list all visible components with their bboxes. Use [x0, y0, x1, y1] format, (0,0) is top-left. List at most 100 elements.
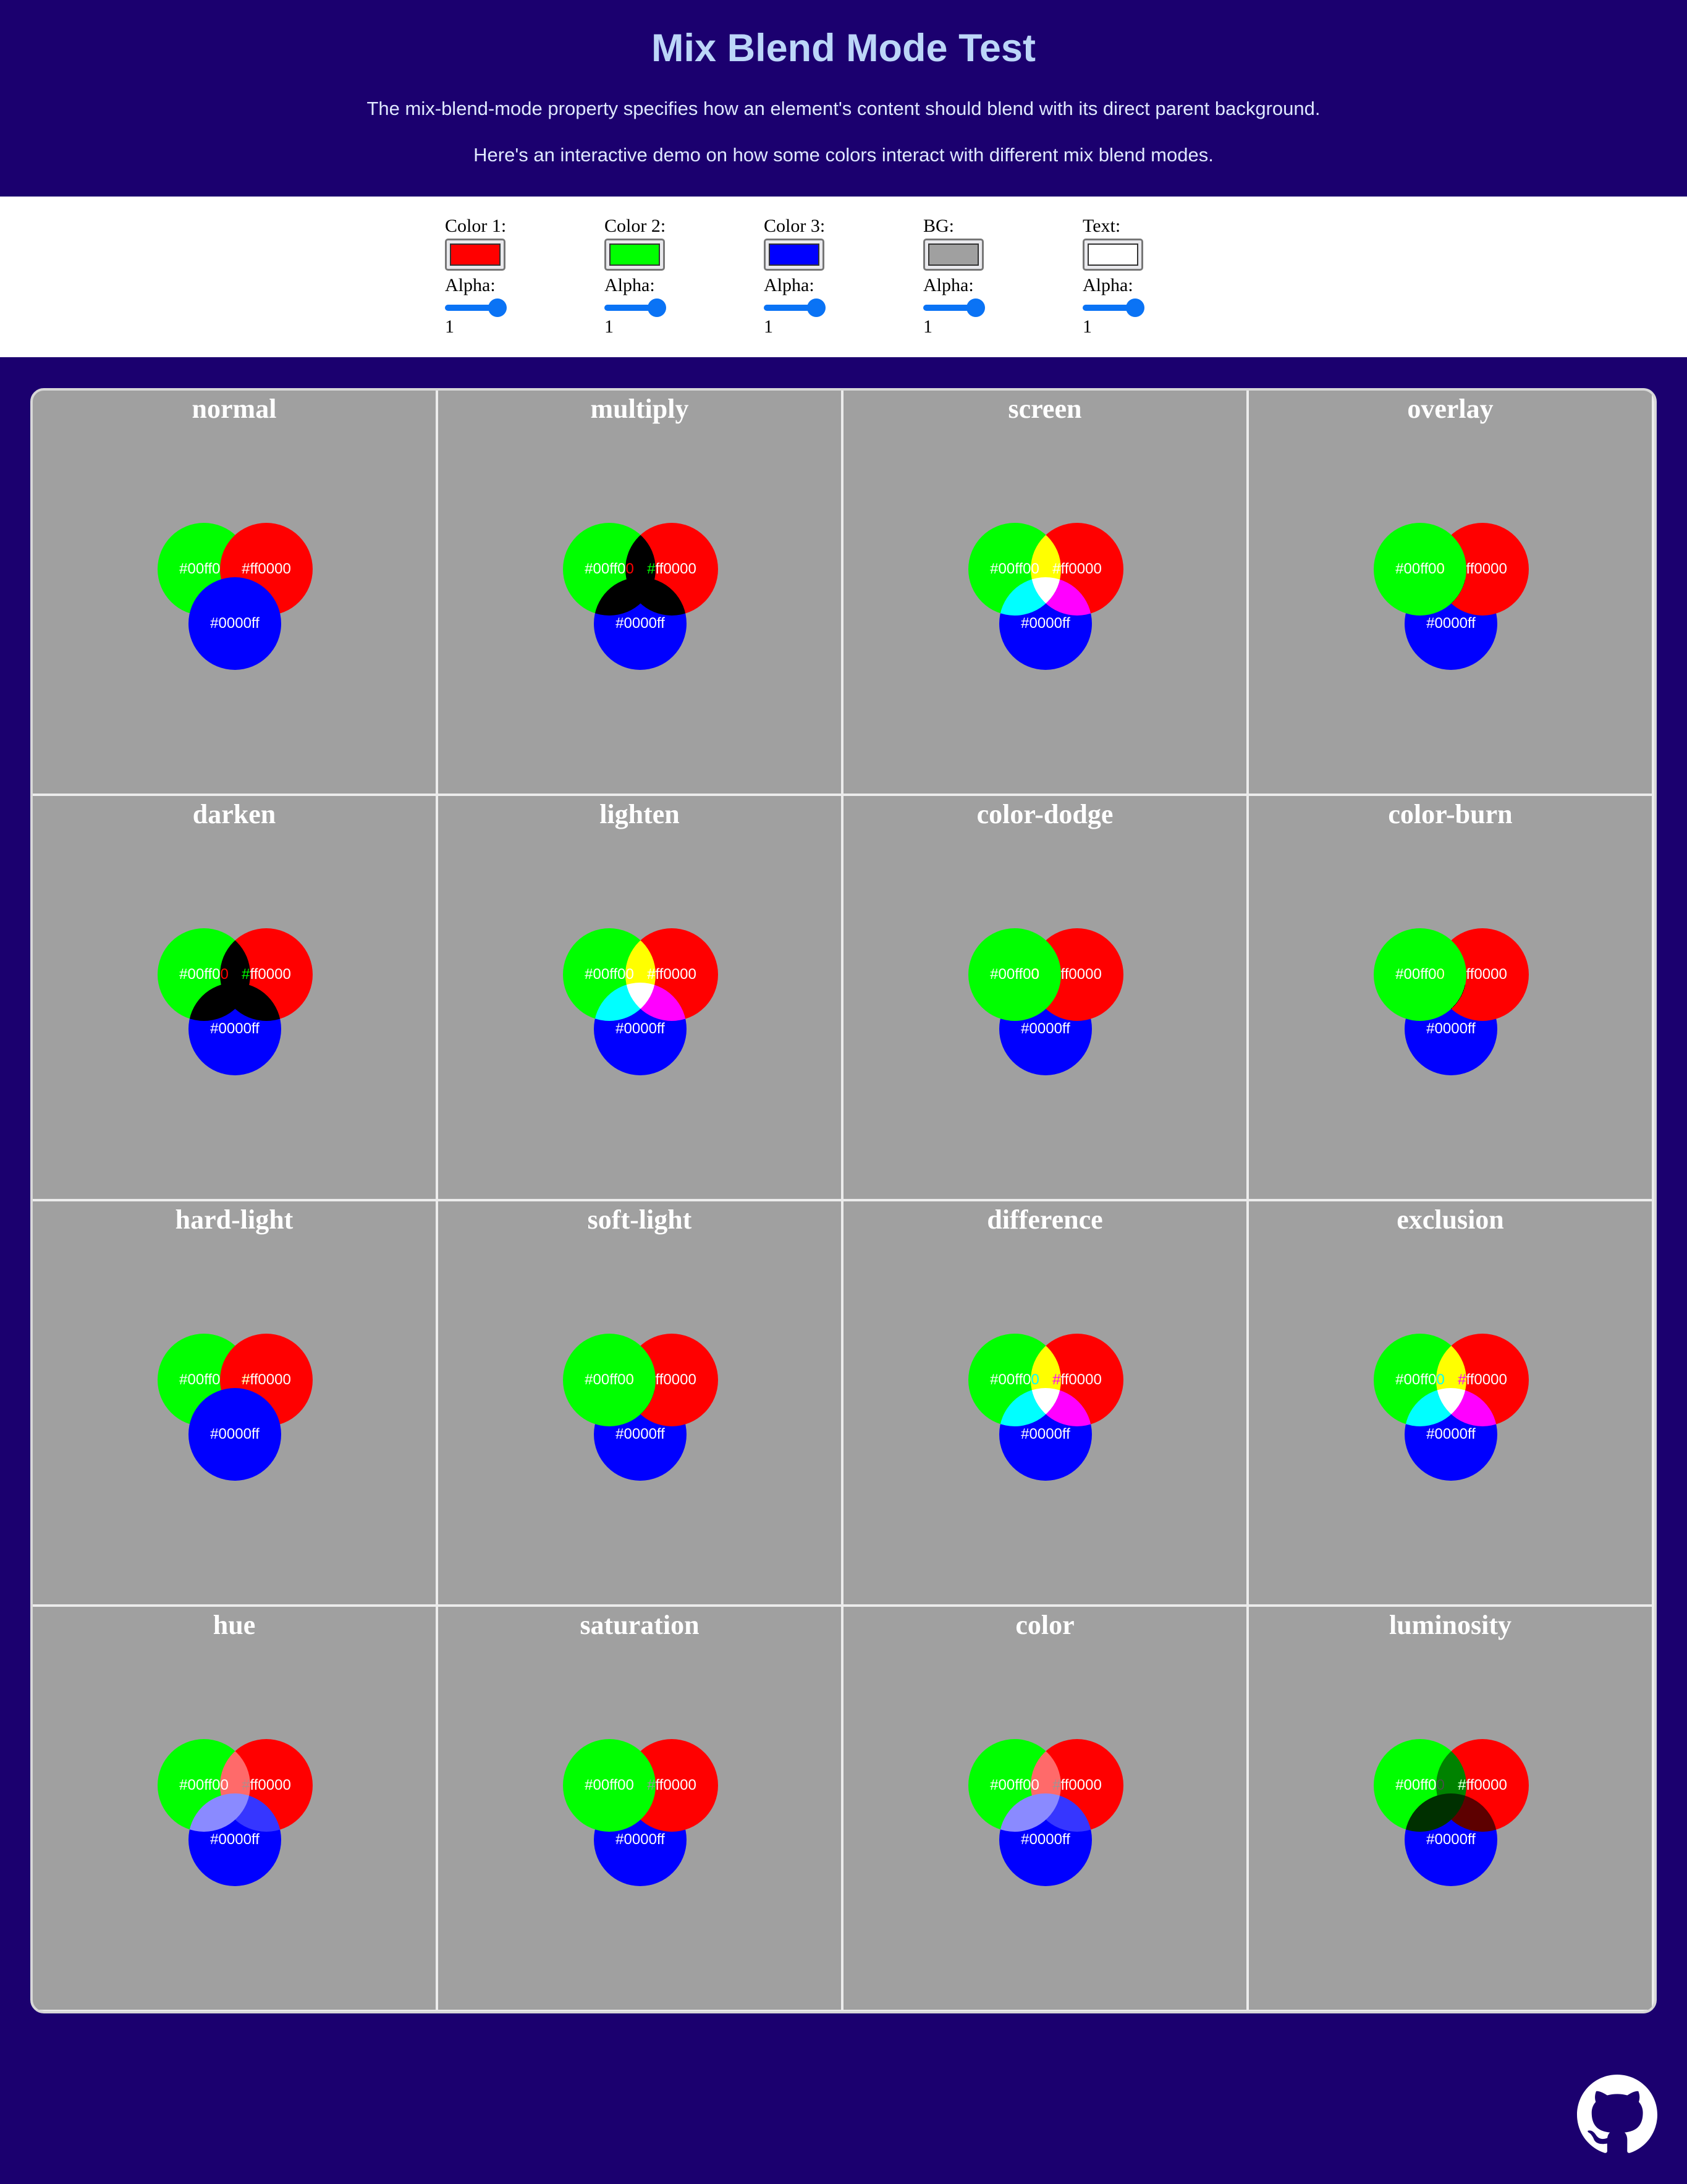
circle-red-label: #ff0000 [647, 561, 696, 578]
blend-cell-soft-light: soft-light #00ff00 #ff0000 #0000ff [438, 1201, 844, 1607]
page-description: The mix-blend-mode property specifies ho… [0, 98, 1687, 120]
blend-cell-color: color #00ff00 #ff0000 #0000ff [844, 1607, 1249, 2012]
blend-cell-exclusion: exclusion #00ff00 #ff0000 #0000ff [1249, 1201, 1654, 1607]
control-color-1: Color 1: Alpha: 1 [445, 215, 593, 337]
circle-blue-label: #0000ff [615, 1831, 665, 1848]
bg-label: BG: [923, 215, 1072, 237]
bg-alpha-label: Alpha: [923, 274, 1072, 297]
circle-blue: #0000ff [999, 1793, 1092, 1886]
text-alpha-value: 1 [1083, 316, 1231, 337]
circle-blue: #0000ff [594, 1793, 687, 1886]
github-icon[interactable] [1577, 2075, 1657, 2155]
circle-blue-label: #0000ff [210, 615, 260, 632]
circle-blue: #0000ff [1405, 1793, 1497, 1886]
alpha-2-slider[interactable] [604, 298, 666, 316]
blend-cell-overlay: overlay #00ff00 #ff0000 #0000ff [1249, 391, 1654, 796]
alpha-2-label: Alpha: [604, 274, 753, 297]
circle-blue-label: #0000ff [1426, 1020, 1476, 1038]
circle-blue-label: #0000ff [615, 1020, 665, 1038]
circle-blue-label: #0000ff [1426, 1831, 1476, 1848]
blend-mode-title: hue [33, 1607, 436, 1644]
circle-red-label: #ff0000 [1052, 1371, 1102, 1389]
circle-blue: #0000ff [999, 983, 1092, 1075]
blend-mode-title: luminosity [1249, 1607, 1652, 1644]
circle-blue: #0000ff [594, 1388, 687, 1481]
circle-blue-label: #0000ff [1426, 1426, 1476, 1443]
circle-blue: #0000ff [1405, 577, 1497, 670]
blend-mode-title: screen [844, 391, 1246, 428]
color-1-picker[interactable] [445, 239, 505, 271]
alpha-1-label: Alpha: [445, 274, 593, 297]
page-title: Mix Blend Mode Test [0, 26, 1687, 70]
circle-blue: #0000ff [594, 577, 687, 670]
blend-mode-title: soft-light [438, 1201, 841, 1238]
control-color-3: Color 3: Alpha: 1 [764, 215, 912, 337]
circle-blue: #0000ff [188, 1793, 281, 1886]
blend-mode-title: color [844, 1607, 1246, 1644]
circle-red-label: #ff0000 [1052, 561, 1102, 578]
color-1-label: Color 1: [445, 215, 593, 237]
color-2-label: Color 2: [604, 215, 753, 237]
circle-blue: #0000ff [1405, 983, 1497, 1075]
circle-blue-label: #0000ff [1021, 1426, 1070, 1443]
blend-cell-difference: difference #00ff00 #ff0000 #0000ff [844, 1201, 1249, 1607]
blend-mode-title: multiply [438, 391, 841, 428]
circle-red-label: #ff0000 [647, 966, 696, 983]
circle-red-label: #ff0000 [647, 1371, 696, 1389]
circle-blue-label: #0000ff [210, 1020, 260, 1038]
circle-blue-label: #0000ff [210, 1426, 260, 1443]
blend-cell-luminosity: luminosity #00ff00 #ff0000 #0000ff [1249, 1607, 1654, 2012]
blend-mode-title: saturation [438, 1607, 841, 1644]
bg-alpha-value: 1 [923, 316, 1072, 337]
text-label: Text: [1083, 215, 1231, 237]
circle-red-label: #ff0000 [242, 1777, 291, 1794]
circle-blue: #0000ff [188, 577, 281, 670]
blend-mode-title: exclusion [1249, 1201, 1652, 1238]
circle-blue-label: #0000ff [1426, 615, 1476, 632]
blend-cell-color-burn: color-burn #00ff00 #ff0000 #0000ff [1249, 796, 1654, 1201]
circle-blue-label: #0000ff [1021, 1831, 1070, 1848]
text-color-picker[interactable] [1083, 239, 1143, 271]
bg-color-picker[interactable] [923, 239, 984, 271]
circle-blue: #0000ff [188, 983, 281, 1075]
circle-red-label: #ff0000 [242, 966, 291, 983]
blend-cell-lighten: lighten #00ff00 #ff0000 #0000ff [438, 796, 844, 1201]
blend-cell-normal: normal #00ff00 #ff0000 #0000ff [33, 391, 438, 796]
circle-blue: #0000ff [1405, 1388, 1497, 1481]
alpha-3-slider[interactable] [764, 298, 826, 316]
circle-blue-label: #0000ff [615, 1426, 665, 1443]
control-text: Text: Alpha: 1 [1083, 215, 1231, 337]
circle-blue: #0000ff [999, 1388, 1092, 1481]
blend-mode-title: darken [33, 796, 436, 833]
control-bg: BG: Alpha: 1 [923, 215, 1072, 337]
blend-mode-title: normal [33, 391, 436, 428]
circle-blue: #0000ff [594, 983, 687, 1075]
circle-blue: #0000ff [999, 577, 1092, 670]
bg-alpha-slider[interactable] [923, 298, 985, 316]
blend-mode-title: difference [844, 1201, 1246, 1238]
circle-red-label: #ff0000 [1458, 561, 1507, 578]
alpha-3-label: Alpha: [764, 274, 912, 297]
blend-cell-saturation: saturation #00ff00 #ff0000 #0000ff [438, 1607, 844, 2012]
circle-red-label: #ff0000 [242, 1371, 291, 1389]
circle-red-label: #ff0000 [647, 1777, 696, 1794]
circle-red-label: #ff0000 [1052, 966, 1102, 983]
blend-mode-title: overlay [1249, 391, 1652, 428]
color-3-picker[interactable] [764, 239, 824, 271]
blend-cell-darken: darken #00ff00 #ff0000 #0000ff [33, 796, 438, 1201]
circle-blue-label: #0000ff [1021, 1020, 1070, 1038]
circle-red-label: #ff0000 [242, 561, 291, 578]
blend-mode-title: lighten [438, 796, 841, 833]
alpha-3-value: 1 [764, 316, 912, 337]
alpha-1-slider[interactable] [445, 298, 507, 316]
text-alpha-slider[interactable] [1083, 298, 1144, 316]
alpha-1-value: 1 [445, 316, 593, 337]
control-color-2: Color 2: Alpha: 1 [604, 215, 753, 337]
controls-panel: Color 1: Alpha: 1 Color 2: Alpha: 1 Colo… [0, 197, 1687, 357]
circle-blue: #0000ff [188, 1388, 281, 1481]
color-2-picker[interactable] [604, 239, 665, 271]
circle-red-label: #ff0000 [1458, 1371, 1507, 1389]
blend-cell-hue: hue #00ff00 #ff0000 #0000ff [33, 1607, 438, 2012]
text-alpha-label: Alpha: [1083, 274, 1231, 297]
blend-mode-title: hard-light [33, 1201, 436, 1238]
